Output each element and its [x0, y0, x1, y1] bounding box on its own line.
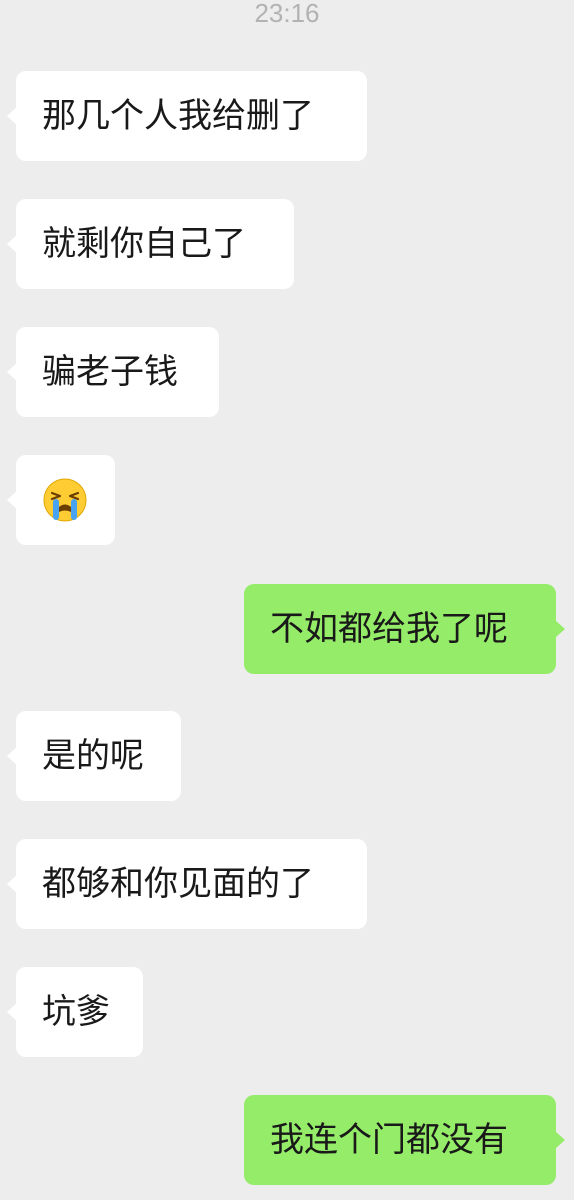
bubble-tail: [7, 491, 17, 509]
bubble-tail: [555, 1131, 565, 1149]
bubble-tail: [555, 620, 565, 638]
bubble-tail: [7, 235, 17, 253]
message-bubble-incoming[interactable]: 就剩你自己了: [7, 199, 294, 289]
message-bubble-incoming[interactable]: 都够和你见面的了: [7, 839, 367, 929]
message-text: 骗老子钱: [42, 352, 178, 392]
message-text: 我连个门都没有: [270, 1120, 508, 1160]
message-text: 那几个人我给删了: [42, 96, 314, 136]
message-text: 不如都给我了呢: [270, 609, 508, 649]
message-bubble-incoming[interactable]: 那几个人我给删了: [7, 71, 367, 161]
message-bubble-incoming[interactable]: 是的呢: [7, 711, 181, 801]
message-bubble-incoming[interactable]: 骗老子钱: [7, 327, 219, 417]
bubble-tail: [7, 107, 17, 125]
bubble-tail: [7, 363, 17, 381]
message-text: 都够和你见面的了: [42, 864, 314, 904]
message-bubble-outgoing[interactable]: 不如都给我了呢: [244, 584, 565, 674]
message-text: 是的呢: [42, 736, 144, 776]
bubble-tail: [7, 747, 17, 765]
timestamp: 23:16: [254, 0, 320, 28]
crying-face-icon: [43, 478, 87, 522]
message-text: 坑爹: [42, 992, 110, 1032]
message-bubble-incoming[interactable]: [7, 455, 115, 545]
message-bubble-outgoing[interactable]: 我连个门都没有: [244, 1095, 565, 1185]
bubble-tail: [7, 1003, 17, 1021]
message-text: 就剩你自己了: [42, 224, 246, 264]
message-bubble-incoming[interactable]: 坑爹: [7, 967, 143, 1057]
bubble-tail: [7, 875, 17, 893]
